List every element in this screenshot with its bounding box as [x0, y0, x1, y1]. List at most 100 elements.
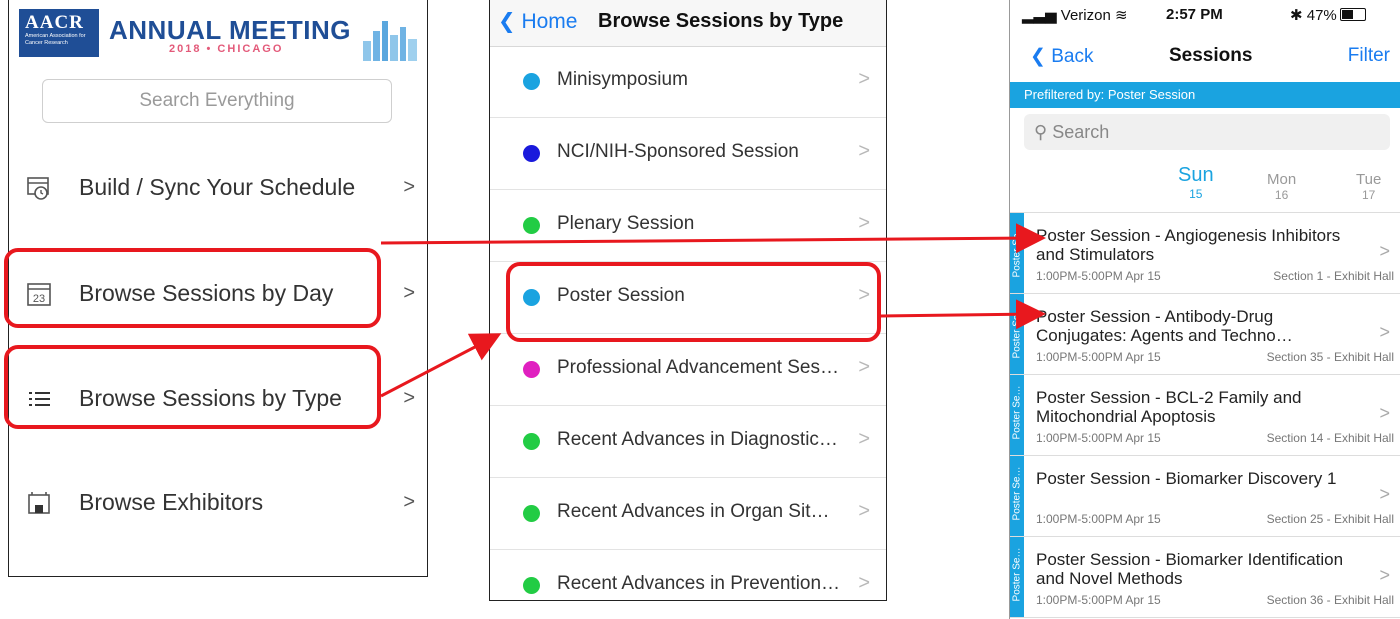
session-type-tab-label: Poster Se…	[1011, 466, 1023, 521]
session-type-tab-label: Poster Se…	[1011, 304, 1023, 359]
search-icon: ⚲	[1034, 122, 1048, 142]
chevron-right-icon: >	[1379, 241, 1390, 261]
banner-title: ANNUAL MEETING	[109, 15, 351, 45]
battery-percent: 47%	[1306, 7, 1337, 24]
session-time: 1:00PM-5:00PM Apr 15	[1036, 269, 1161, 283]
day-tab-mon[interactable]: Mon 16	[1267, 171, 1296, 202]
day-name: Mon	[1267, 171, 1297, 188]
bluetooth-icon: ✱	[1290, 7, 1303, 24]
highlight-browse-by-type	[4, 345, 381, 429]
chevron-right-icon: >	[858, 356, 870, 378]
session-type-row[interactable]: Professional Advancement Ses… >	[490, 334, 886, 406]
day-tab-sun[interactable]: Sun 15	[1178, 164, 1214, 201]
day-number: 17	[1361, 188, 1376, 202]
back-button[interactable]: ❮ Back	[1030, 45, 1093, 68]
session-type-tab: Poster Se…	[1010, 213, 1024, 293]
wifi-icon: ≋	[1115, 7, 1128, 24]
chicago-skyline-icon	[363, 21, 417, 61]
chevron-right-icon: >	[858, 140, 870, 162]
session-type-label: Professional Advancement Ses…	[557, 357, 839, 378]
session-type-row[interactable]: NCI/NIH-Sponsored Session >	[490, 118, 886, 190]
day-name: Tue	[1356, 171, 1382, 188]
type-color-dot	[523, 361, 540, 378]
back-label: Home	[521, 10, 578, 33]
chevron-right-icon: >	[403, 176, 415, 198]
carrier: ▂▃▅ Verizon ≋	[1022, 6, 1128, 24]
chevron-right-icon: >	[1379, 565, 1390, 585]
page-title: Sessions	[1169, 45, 1253, 66]
search-input[interactable]: ⚲ Search	[1024, 114, 1390, 150]
session-type-row[interactable]: Minisymposium >	[490, 46, 886, 118]
session-type-tab: Poster Se…	[1010, 456, 1024, 536]
chevron-right-icon: >	[858, 428, 870, 450]
session-type-tab: Poster Se…	[1010, 375, 1024, 455]
back-label: Back	[1051, 46, 1094, 67]
session-type-row[interactable]: Recent Advances in Diagnostic… >	[490, 406, 886, 478]
search-placeholder: Search	[1052, 122, 1110, 142]
chevron-right-icon: >	[1379, 403, 1390, 423]
type-color-dot	[523, 505, 540, 522]
sessions-nav-bar: ❮ Back Sessions Filter	[1010, 32, 1400, 78]
chevron-right-icon: >	[1379, 484, 1390, 504]
home-back-button[interactable]: ❮ Home	[498, 9, 577, 34]
search-everything-input[interactable]: Search Everything	[42, 79, 392, 123]
status-bar: ▂▃▅ Verizon ≋ 2:57 PM ✱ 47%	[1010, 0, 1400, 28]
session-type-label: Recent Advances in Diagnostic…	[557, 429, 838, 450]
day-tab-tue[interactable]: Tue 17	[1356, 171, 1381, 202]
session-title: Poster Session - Biomarker Discovery 1	[1036, 469, 1337, 488]
menu-item-build-sync-schedule[interactable]: Build / Sync Your Schedule >	[9, 158, 427, 218]
chevron-right-icon: >	[403, 491, 415, 513]
session-type-tab-label: Poster Se…	[1011, 385, 1023, 440]
session-time: 1:00PM-5:00PM Apr 15	[1036, 350, 1161, 364]
session-location: Section 36 - Exhibit Hall	[1266, 593, 1394, 607]
type-color-dot	[523, 433, 540, 450]
session-type-row[interactable]: Recent Advances in Organ Sit… >	[490, 478, 886, 550]
menu-item-browse-exhibitors[interactable]: Browse Exhibitors >	[9, 473, 427, 533]
session-time: 1:00PM-5:00PM Apr 15	[1036, 431, 1161, 445]
session-type-label: NCI/NIH-Sponsored Session	[557, 141, 799, 162]
chevron-right-icon: >	[403, 387, 415, 409]
session-title: Poster Session - Angiogenesis Inhibitors…	[1036, 226, 1341, 264]
session-location: Section 14 - Exhibit Hall	[1266, 431, 1394, 445]
chevron-left-icon: ❮	[498, 10, 516, 33]
day-number: 16	[1274, 188, 1289, 202]
session-time: 1:00PM-5:00PM Apr 15	[1036, 593, 1161, 607]
session-type-row[interactable]: Plenary Session >	[490, 190, 886, 262]
chevron-left-icon: ❮	[1030, 46, 1046, 67]
session-type-tab: Poster Se…	[1010, 294, 1024, 374]
session-title: Poster Session - Biomarker Identificatio…	[1036, 550, 1344, 588]
session-row[interactable]: Poster Se… Poster Session - Angiogenesis …	[1010, 213, 1400, 294]
highlight-poster-session	[506, 262, 881, 342]
session-location: Section 25 - Exhibit Hall	[1266, 512, 1394, 526]
filter-button[interactable]: Filter	[1348, 45, 1390, 67]
type-color-dot	[523, 145, 540, 162]
signal-icon: ▂▃▅	[1022, 7, 1057, 24]
session-time: 1:00PM-5:00PM Apr 15	[1036, 512, 1161, 526]
session-title: Poster Session - Antibody-Drug Conjugate…	[1036, 307, 1293, 345]
session-row[interactable]: Poster Se… Poster Session - BCL-2 Family …	[1010, 375, 1400, 456]
type-color-dot	[523, 217, 540, 234]
session-row[interactable]: Poster Se… Poster Session - Biomarker Dis…	[1010, 456, 1400, 537]
session-type-row[interactable]: Recent Advances in Prevention… >	[490, 550, 886, 600]
page-title: Browse Sessions by Type	[598, 10, 844, 32]
aacr-logo: AACR American Association for Cancer Res…	[19, 9, 99, 57]
chevron-right-icon: >	[858, 68, 870, 90]
chevron-right-icon: >	[858, 212, 870, 234]
highlight-browse-by-day	[4, 248, 381, 328]
type-color-dot	[523, 73, 540, 90]
battery-level: ✱ 47%	[1290, 6, 1337, 24]
menu-item-label: Browse Exhibitors	[79, 489, 264, 515]
session-type-tab: Poster Se…	[1010, 537, 1024, 617]
chevron-right-icon: >	[1379, 322, 1390, 342]
chevron-right-icon: >	[858, 500, 870, 522]
prefilter-banner: Prefiltered by: Poster Session	[1010, 82, 1400, 108]
types-nav-bar: ❮ Home Browse Sessions by Type	[490, 0, 886, 47]
session-row[interactable]: Poster Se… Poster Session - Antibody-Drug…	[1010, 294, 1400, 375]
banner-subtitle: 2018 • CHICAGO	[169, 43, 284, 55]
session-row[interactable]: Poster Se… Poster Session - Biomarker Ide…	[1010, 537, 1400, 618]
clock: 2:57 PM	[1166, 6, 1223, 23]
aacr-logo-subtext: American Association for Cancer Research	[25, 33, 86, 46]
battery-fill	[1342, 10, 1353, 19]
exhibitor-booth-icon	[28, 492, 50, 514]
day-number: 15	[1189, 187, 1203, 201]
